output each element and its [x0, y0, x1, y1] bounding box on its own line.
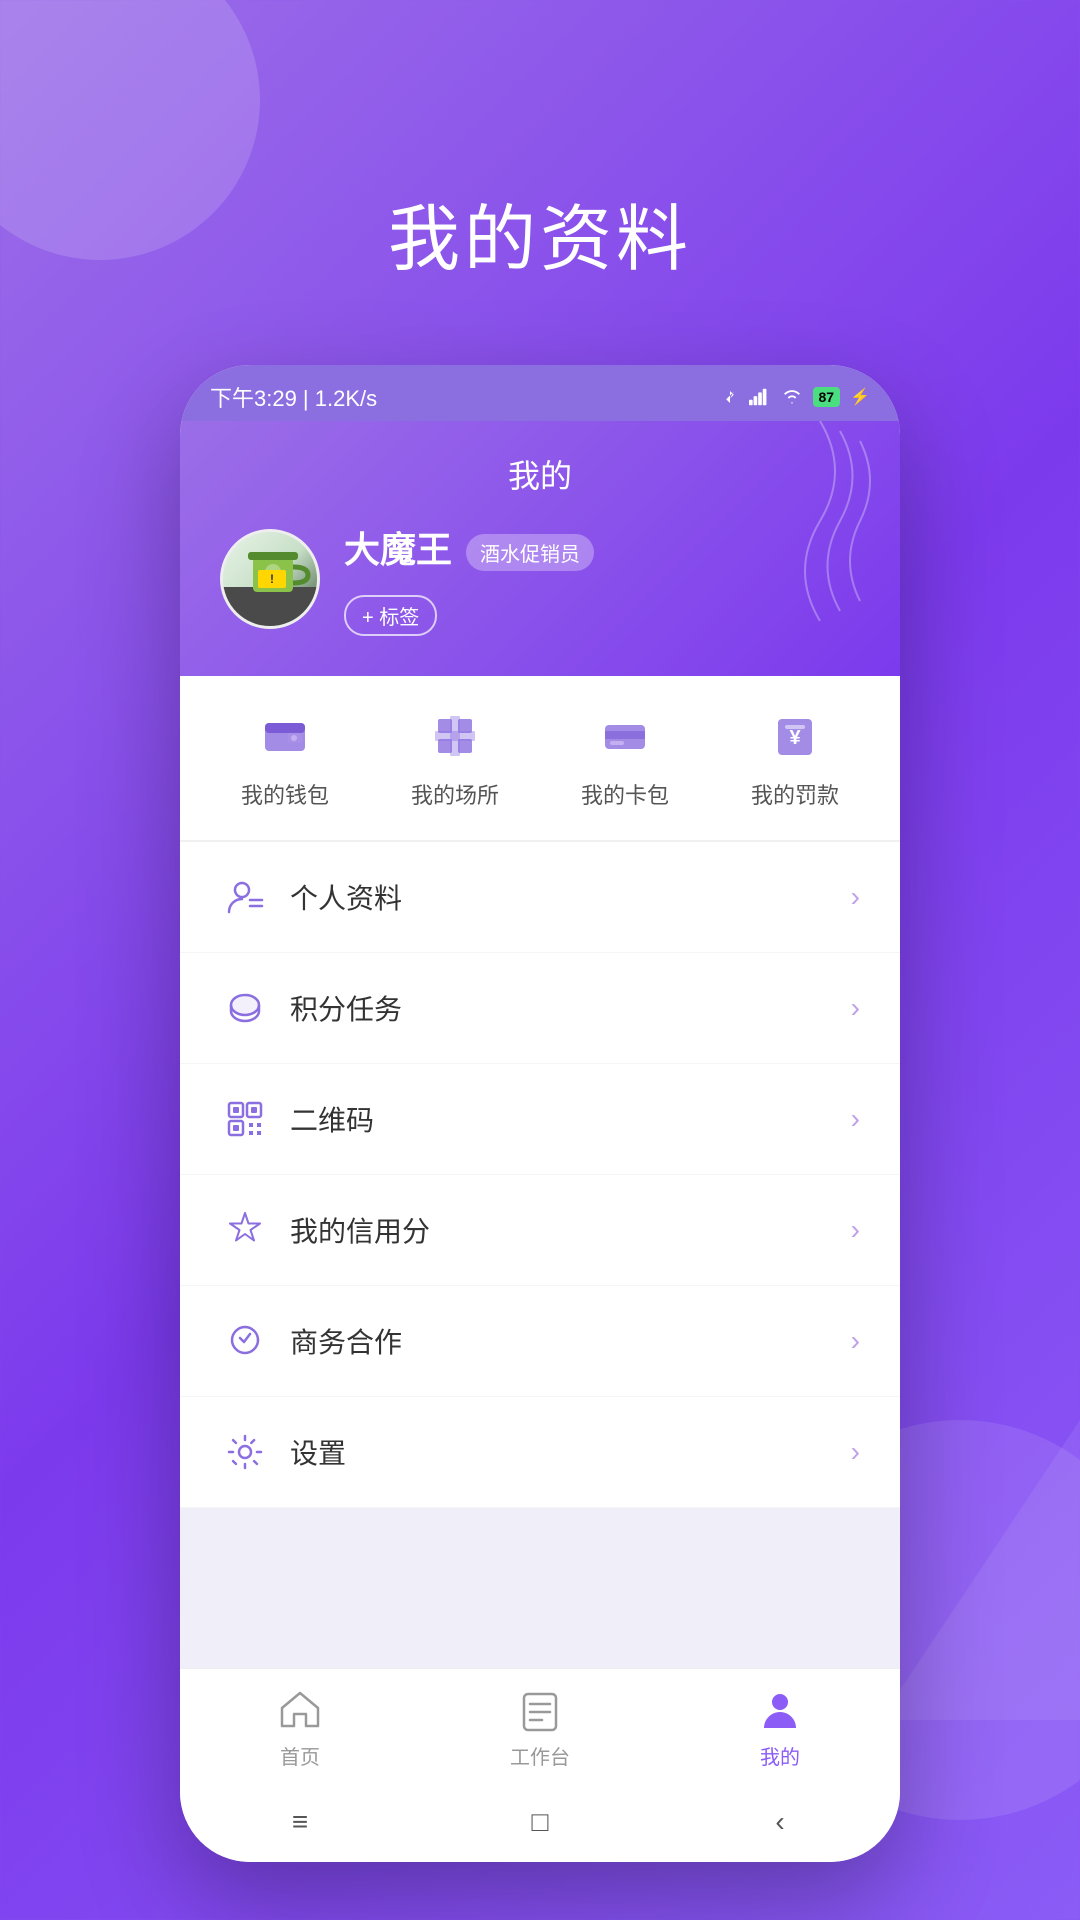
chevron-right-icon: › [851, 881, 860, 913]
home-nav-label: 首页 [280, 1741, 320, 1770]
personal-profile-icon [220, 872, 270, 922]
home-nav-icon [275, 1685, 325, 1735]
quick-item-fine[interactable]: ¥ 我的罚款 [751, 706, 839, 810]
profile-header: 我的 [180, 421, 900, 676]
quick-item-card[interactable]: 我的卡包 [581, 706, 669, 810]
qrcode-text: 二维码 [290, 1099, 851, 1139]
system-home-button[interactable]: □ [510, 1806, 570, 1838]
status-icons: 87 ⚡ [721, 387, 871, 407]
business-text: 商务合作 [290, 1321, 851, 1361]
status-bar: 下午3:29 | 1.2K/s 87 ⚡ [180, 365, 900, 421]
nav-item-mine[interactable]: 我的 [720, 1685, 840, 1770]
battery-indicator: 87 [813, 387, 841, 407]
card-icon [595, 706, 655, 766]
profile-user-row: ! 大魔王 酒水促销员 + 标签 [220, 521, 860, 636]
mine-nav-icon [755, 1685, 805, 1735]
chevron-right-icon-5: › [851, 1325, 860, 1357]
menu-item-settings[interactable]: 设置 › [180, 1397, 900, 1508]
status-time: 下午3:29 | 1.2K/s [210, 381, 377, 413]
menu-item-business[interactable]: 商务合作 › [180, 1286, 900, 1397]
nav-item-workbench[interactable]: 工作台 [480, 1685, 600, 1770]
user-name: 大魔王 [344, 521, 452, 573]
mine-nav-label: 我的 [760, 1741, 800, 1770]
svg-text:¥: ¥ [789, 727, 801, 749]
phone-mockup: 下午3:29 | 1.2K/s 87 ⚡ [180, 365, 900, 1862]
user-role-badge: 酒水促销员 [466, 534, 594, 571]
business-icon [220, 1316, 270, 1366]
qrcode-icon [220, 1094, 270, 1144]
venue-label: 我的场所 [411, 778, 499, 810]
bottom-navigation: 首页 工作台 我的 [180, 1668, 900, 1790]
add-tag-button[interactable]: + 标签 [344, 595, 437, 636]
user-info: 大魔王 酒水促销员 + 标签 [344, 521, 860, 636]
points-text: 积分任务 [290, 988, 851, 1028]
system-nav-bar: ≡ □ ‹ [180, 1790, 900, 1862]
fine-label: 我的罚款 [751, 778, 839, 810]
charging-icon: ⚡ [850, 387, 870, 407]
menu-item-profile[interactable]: 个人资料 › [180, 842, 900, 953]
menu-item-credit[interactable]: 我的信用分 › [180, 1175, 900, 1286]
quick-access-grid: 我的钱包 我的场所 [180, 676, 900, 842]
menu-item-points[interactable]: 积分任务 › [180, 953, 900, 1064]
workbench-nav-icon [515, 1685, 565, 1735]
chevron-right-icon-4: › [851, 1214, 860, 1246]
signal-icon [749, 388, 771, 406]
menu-item-qrcode[interactable]: 二维码 › [180, 1064, 900, 1175]
settings-text: 设置 [290, 1432, 851, 1472]
workbench-nav-label: 工作台 [510, 1741, 570, 1770]
chevron-right-icon-2: › [851, 992, 860, 1024]
fine-icon: ¥ [765, 706, 825, 766]
quick-item-venue[interactable]: 我的场所 [411, 706, 499, 810]
menu-list: 个人资料 › 积分任务 › [180, 842, 900, 1508]
user-avatar[interactable]: ! [220, 529, 320, 629]
wallet-label: 我的钱包 [241, 778, 329, 810]
wallet-icon [255, 706, 315, 766]
bg-decoration-triangle [880, 1420, 1080, 1720]
bg-decoration-circle-top [0, 0, 260, 260]
page-title: 我的资料 [388, 180, 692, 285]
wifi-icon [781, 388, 803, 406]
card-label: 我的卡包 [581, 778, 669, 810]
quick-item-wallet[interactable]: 我的钱包 [241, 706, 329, 810]
bluetooth-icon [721, 388, 739, 406]
chevron-right-icon-3: › [851, 1103, 860, 1135]
settings-icon [220, 1427, 270, 1477]
nav-item-home[interactable]: 首页 [240, 1685, 360, 1770]
bottom-content-area [180, 1508, 900, 1668]
personal-profile-text: 个人资料 [290, 877, 851, 917]
name-badge-row: 大魔王 酒水促销员 [344, 521, 860, 583]
chevron-right-icon-6: › [851, 1436, 860, 1468]
credit-text: 我的信用分 [290, 1210, 851, 1250]
points-icon [220, 983, 270, 1033]
system-menu-button[interactable]: ≡ [270, 1806, 330, 1838]
credit-icon [220, 1205, 270, 1255]
venue-icon [425, 706, 485, 766]
svg-text:!: ! [270, 572, 274, 586]
system-back-button[interactable]: ‹ [750, 1806, 810, 1838]
